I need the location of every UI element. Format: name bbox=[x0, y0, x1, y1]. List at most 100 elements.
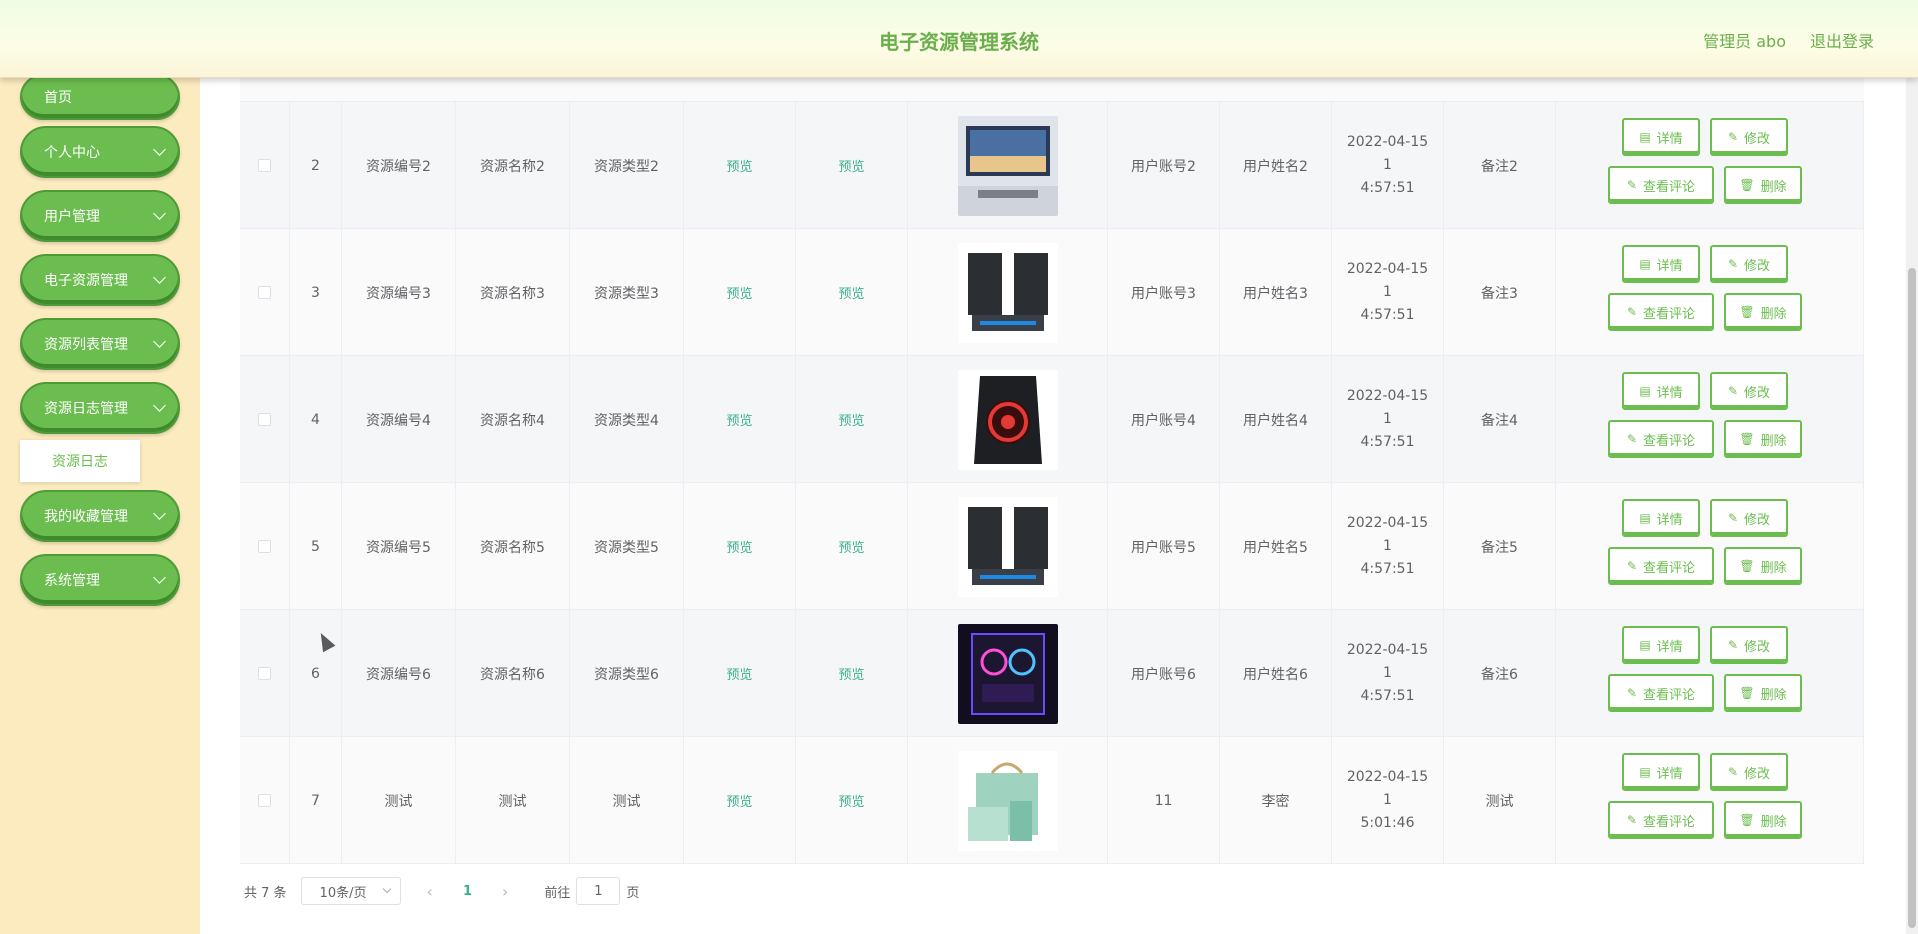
detail-button[interactable]: ▤ 详情 bbox=[1622, 372, 1700, 410]
row-checkbox[interactable] bbox=[258, 794, 271, 807]
scrollbar-thumb[interactable] bbox=[1908, 268, 1916, 928]
edit-button[interactable]: ✎ 修改 bbox=[1710, 245, 1788, 283]
pagination: 共 7 条 10条/页 ‹ 1 › 前往 1 页 bbox=[240, 876, 639, 906]
table-cell bbox=[908, 610, 1108, 737]
timestamp: 2022-04-15 1 4:57:51 bbox=[1332, 512, 1443, 581]
edit-button[interactable]: ✎ 修改 bbox=[1710, 118, 1788, 156]
submenu-item-resource-log[interactable]: 资源日志 bbox=[20, 440, 140, 482]
detail-button[interactable]: ▤ 详情 bbox=[1622, 245, 1700, 283]
detail-button[interactable]: ▤ 详情 bbox=[1622, 118, 1700, 156]
preview-link[interactable]: 预览 bbox=[726, 156, 752, 175]
pagination-total: 共 7 条 bbox=[244, 885, 287, 901]
row-checkbox[interactable] bbox=[258, 413, 271, 426]
timestamp: 2022-04-15 1 5:01:46 bbox=[1332, 766, 1443, 835]
goto-page-input[interactable]: 1 bbox=[576, 877, 621, 905]
row-checkbox[interactable] bbox=[258, 286, 271, 299]
resource-name: 资源名称6 bbox=[480, 666, 545, 683]
sidebar-item-resource-list[interactable]: 资源列表管理 bbox=[20, 318, 180, 370]
resource-code: 资源编号5 bbox=[366, 539, 431, 556]
delete-button[interactable]: 🗑 删除 bbox=[1724, 420, 1802, 458]
trash-icon: 🗑 bbox=[1739, 686, 1755, 700]
preview-link[interactable]: 预览 bbox=[726, 410, 752, 429]
row-checkbox[interactable] bbox=[258, 159, 271, 172]
page-number-current[interactable]: 1 bbox=[463, 884, 472, 899]
delete-button[interactable]: 🗑 删除 bbox=[1724, 166, 1802, 204]
detail-button-label: 详情 bbox=[1656, 258, 1683, 274]
resource-name: 资源名称4 bbox=[480, 412, 545, 429]
edit-button[interactable]: ✎ 修改 bbox=[1710, 753, 1788, 791]
sidebar-item-label: 资源列表管理 bbox=[44, 337, 128, 353]
detail-button[interactable]: ▤ 详情 bbox=[1622, 753, 1700, 791]
preview-link[interactable]: 预览 bbox=[726, 283, 752, 302]
user-account: 用户账号2 bbox=[1131, 158, 1196, 175]
detail-button[interactable]: ▤ 详情 bbox=[1622, 626, 1700, 664]
edit-button[interactable]: ✎ 修改 bbox=[1710, 372, 1788, 410]
table-cell: 测试 bbox=[342, 737, 456, 864]
edit-icon: ✎ bbox=[1727, 130, 1739, 144]
delete-button[interactable]: 🗑 删除 bbox=[1724, 801, 1802, 839]
table-cell: 2022-04-15 1 4:57:51 bbox=[1332, 102, 1444, 229]
sidebar-item-system[interactable]: 系统管理 bbox=[20, 554, 180, 606]
row-checkbox[interactable] bbox=[258, 540, 271, 553]
edit-icon: ✎ bbox=[1626, 432, 1638, 446]
delete-button[interactable]: 🗑 删除 bbox=[1724, 674, 1802, 712]
delete-button[interactable]: 🗑 删除 bbox=[1724, 293, 1802, 331]
resource-type: 资源类型3 bbox=[594, 285, 659, 302]
preview-link[interactable]: 预览 bbox=[838, 410, 864, 429]
view-comments-button[interactable]: ✎ 查看评论 bbox=[1608, 547, 1714, 585]
table-cell: 4 bbox=[290, 356, 342, 483]
table-cell: 2 bbox=[290, 102, 342, 229]
view-comments-button[interactable]: ✎ 查看评论 bbox=[1608, 166, 1714, 204]
resource-image bbox=[957, 750, 1058, 851]
table-cell: 11 bbox=[1108, 737, 1220, 864]
table-cell: 用户账号6 bbox=[1108, 610, 1220, 737]
preview-link[interactable]: 预览 bbox=[838, 537, 864, 556]
sidebar-item-user-management[interactable]: 用户管理 bbox=[20, 190, 180, 242]
sidebar-item-resource-log[interactable]: 资源日志管理 bbox=[20, 382, 180, 434]
table-cell bbox=[240, 102, 290, 229]
row-checkbox[interactable] bbox=[258, 667, 271, 680]
vertical-scrollbar[interactable] bbox=[1906, 78, 1918, 934]
row-index: 7 bbox=[311, 792, 320, 809]
resource-name: 资源名称5 bbox=[480, 539, 545, 556]
sidebar-item-personal-center[interactable]: 个人中心 bbox=[20, 126, 180, 178]
trash-icon: 🗑 bbox=[1739, 178, 1755, 192]
chevron-down-icon bbox=[153, 399, 166, 412]
sidebar-item-home[interactable]: 首页 bbox=[20, 74, 180, 120]
view-comments-button[interactable]: ✎ 查看评论 bbox=[1608, 293, 1714, 331]
sidebar-item-resource-management[interactable]: 电子资源管理 bbox=[20, 254, 180, 306]
row-index: 5 bbox=[311, 538, 320, 555]
preview-link[interactable]: 预览 bbox=[726, 664, 752, 683]
view-comments-button-label: 查看评论 bbox=[1643, 687, 1696, 703]
edit-button[interactable]: ✎ 修改 bbox=[1710, 626, 1788, 664]
preview-link[interactable]: 预览 bbox=[838, 791, 864, 810]
user-account: 用户账号4 bbox=[1131, 412, 1196, 429]
table-cell: 备注2 bbox=[1444, 102, 1556, 229]
logout-link[interactable]: 退出登录 bbox=[1810, 28, 1874, 52]
prev-page-button[interactable]: ‹ bbox=[427, 882, 433, 901]
user-name: 用户姓名4 bbox=[1243, 412, 1308, 429]
preview-link[interactable]: 预览 bbox=[726, 537, 752, 556]
sidebar-item-favorites[interactable]: 我的收藏管理 bbox=[20, 490, 180, 542]
preview-link[interactable]: 预览 bbox=[726, 791, 752, 810]
view-comments-button-label: 查看评论 bbox=[1643, 179, 1696, 195]
table-cell: 资源类型5 bbox=[570, 483, 684, 610]
table-cell: 预览 bbox=[684, 102, 796, 229]
preview-link[interactable]: 预览 bbox=[838, 283, 864, 302]
timestamp-line2: 4:57:51 bbox=[1360, 180, 1415, 196]
table-cell: 6 bbox=[290, 610, 342, 737]
view-comments-button-label: 查看评论 bbox=[1643, 560, 1696, 576]
page-size-select[interactable]: 10条/页 bbox=[300, 877, 401, 905]
next-page-button[interactable]: › bbox=[502, 882, 508, 901]
preview-link[interactable]: 预览 bbox=[838, 664, 864, 683]
view-comments-button[interactable]: ✎ 查看评论 bbox=[1608, 420, 1714, 458]
edit-button-label: 修改 bbox=[1744, 131, 1771, 147]
view-comments-button[interactable]: ✎ 查看评论 bbox=[1608, 801, 1714, 839]
delete-button[interactable]: 🗑 删除 bbox=[1724, 547, 1802, 585]
edit-button[interactable]: ✎ 修改 bbox=[1710, 499, 1788, 537]
delete-button-label: 删除 bbox=[1760, 687, 1787, 703]
detail-button[interactable]: ▤ 详情 bbox=[1622, 499, 1700, 537]
view-comments-button[interactable]: ✎ 查看评论 bbox=[1608, 674, 1714, 712]
resource-code: 资源编号2 bbox=[366, 158, 431, 175]
preview-link[interactable]: 预览 bbox=[838, 156, 864, 175]
